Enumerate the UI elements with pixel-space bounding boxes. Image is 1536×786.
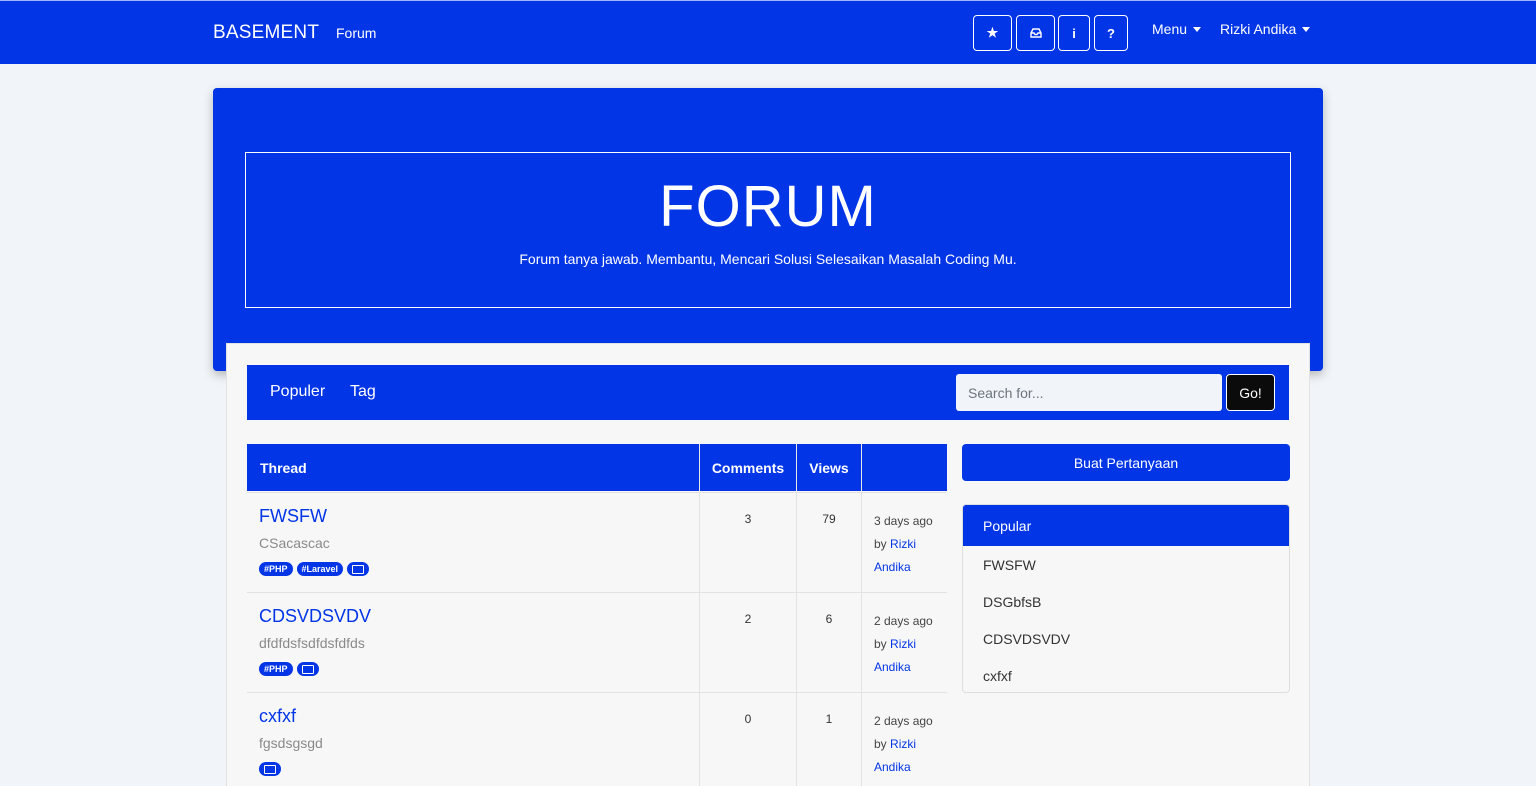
hero-banner: FORUM Forum tanya jawab. Membantu, Menca… [213, 88, 1323, 371]
top-navbar: BASEMENT Forum ★ i ? Menu Rizki Andika [0, 0, 1536, 64]
comments-cell: 0 [700, 693, 797, 786]
header-thread: Thread [247, 444, 700, 491]
by-label: by [874, 737, 887, 751]
subnav-popular-link[interactable]: Populer [270, 383, 325, 401]
search-input[interactable]: Search for... [956, 374, 1222, 411]
favorites-button[interactable]: ★ [973, 15, 1012, 51]
thread-time: 2 days ago [874, 714, 933, 728]
hero-subtitle: Forum tanya jawab. Membantu, Mencari Sol… [519, 251, 1017, 267]
popular-item[interactable]: FWSFW [963, 546, 1289, 583]
chevron-down-icon [1302, 26, 1311, 32]
by-label: by [874, 637, 887, 651]
thread-tags [259, 762, 281, 776]
author-link[interactable]: Andika [874, 660, 911, 674]
search-go-button[interactable]: Go! [1226, 374, 1275, 411]
tag-badge[interactable]: #PHP [259, 662, 293, 676]
header-views: Views [797, 444, 862, 491]
author-link[interactable]: Rizki [890, 537, 916, 551]
views-cell: 1 [797, 693, 862, 786]
comment-count: 0 [744, 712, 752, 726]
meta-cell: 2 days ago by Rizki Andika [862, 693, 947, 786]
info-icon: i [1072, 25, 1076, 41]
popular-header: Popular [963, 505, 1289, 546]
meta-cell: 3 days ago by Rizki Andika [862, 493, 947, 593]
thread-cell: CDSVDSVDV dfdfdsfsdfdsfdfds #PHP [247, 593, 700, 693]
author-link[interactable]: Andika [874, 760, 911, 774]
header-info [862, 444, 947, 491]
views-cell: 6 [797, 593, 862, 693]
thread-title-link[interactable]: CDSVDSVDV [259, 606, 371, 627]
brand-logo[interactable]: BASEMENT [213, 22, 319, 44]
thread-tags: #PHP [259, 662, 319, 676]
forum-subnav: Populer Tag Search for... Go! [247, 365, 1289, 420]
thread-meta: 3 days ago by Rizki Andika [874, 510, 933, 579]
popular-item[interactable]: CDSVDSVDV [963, 620, 1289, 657]
thread-title-link[interactable]: cxfxf [259, 706, 296, 727]
comment-count: 3 [744, 512, 752, 526]
question-icon: ? [1107, 25, 1115, 41]
by-label: by [874, 537, 887, 551]
thread-cell: cxfxf fgsdsgsgd [247, 693, 700, 786]
nav-link-forum[interactable]: Forum [336, 25, 376, 41]
popular-panel: Popular FWSFW DSGbfsB CDSVDSVDV cxfxf [962, 504, 1290, 693]
subnav-tag-link[interactable]: Tag [350, 383, 376, 401]
thread-table: Thread Comments Views FWSFW CSacascac #P… [247, 444, 947, 786]
thread-meta: 2 days ago by Rizki Andika [874, 610, 933, 679]
menu-label: Menu [1152, 21, 1188, 37]
comments-cell: 2 [700, 593, 797, 693]
thread-title-link[interactable]: FWSFW [259, 506, 327, 527]
inbox-button[interactable] [1016, 15, 1055, 51]
star-icon: ★ [986, 25, 999, 40]
thread-meta: 2 days ago by Rizki Andika [874, 710, 933, 779]
comment-count: 2 [744, 612, 752, 626]
views-cell: 79 [797, 493, 862, 593]
user-dropdown[interactable]: Rizki Andika [1220, 21, 1311, 37]
hero-title: FORUM [659, 174, 877, 239]
table-row: cxfxf fgsdsgsgd 0 1 2 days ago by Rizki … [247, 692, 947, 786]
thread-time: 2 days ago [874, 614, 933, 628]
author-link[interactable]: Rizki [890, 637, 916, 651]
meta-cell: 2 days ago by Rizki Andika [862, 593, 947, 693]
image-icon [296, 662, 319, 676]
view-count: 1 [825, 712, 833, 726]
hero-frame: FORUM Forum tanya jawab. Membantu, Menca… [245, 152, 1291, 308]
user-name: Rizki Andika [1220, 21, 1297, 37]
menu-dropdown[interactable]: Menu [1152, 21, 1202, 37]
thread-tags: #PHP #Laravel [259, 562, 370, 576]
thread-time: 3 days ago [874, 514, 933, 528]
thread-description: dfdfdsfsdfdsfdfds [259, 635, 365, 651]
popular-item[interactable]: DSGbfsB [963, 583, 1289, 620]
chevron-down-icon [1193, 26, 1202, 32]
tag-badge[interactable]: #PHP [259, 562, 293, 576]
tag-badge[interactable]: #Laravel [296, 562, 344, 576]
help-button[interactable]: ? [1094, 15, 1128, 51]
popular-item[interactable]: cxfxf [963, 657, 1289, 692]
view-count: 6 [825, 612, 833, 626]
image-icon [347, 562, 370, 576]
thread-cell: FWSFW CSacascac #PHP #Laravel [247, 493, 700, 593]
info-button[interactable]: i [1058, 15, 1090, 51]
image-icon [259, 762, 281, 776]
author-link[interactable]: Andika [874, 560, 911, 574]
table-row: CDSVDSVDV dfdfdsfsdfdsfdfds #PHP 2 6 2 d… [247, 592, 947, 693]
inbox-icon [1029, 26, 1042, 41]
table-row: FWSFW CSacascac #PHP #Laravel 3 79 3 day… [247, 492, 947, 593]
thread-description: CSacascac [259, 535, 330, 551]
author-link[interactable]: Rizki [890, 737, 916, 751]
comments-cell: 3 [700, 493, 797, 593]
header-comments: Comments [700, 444, 797, 491]
thread-description: fgsdsgsgd [259, 735, 323, 751]
view-count: 79 [822, 512, 836, 526]
ask-question-button[interactable]: Buat Pertanyaan [962, 444, 1290, 481]
